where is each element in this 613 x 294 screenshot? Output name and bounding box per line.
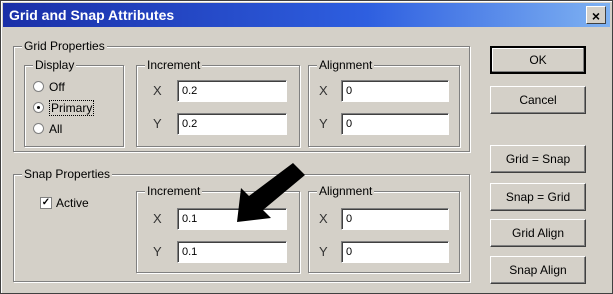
snap-increment-y-label: Y [153, 244, 162, 259]
radio-off-label: Off [49, 80, 65, 94]
close-button[interactable]: × [586, 6, 606, 24]
snap-alignment-y-label: Y [319, 244, 328, 259]
snap-increment-label: Increment [145, 184, 203, 198]
snap-increment-x-label: X [153, 211, 162, 226]
cancel-button[interactable]: Cancel [490, 86, 586, 114]
grid-increment-label: Increment [145, 58, 203, 72]
grid-alignment-group: Alignment X Y [308, 58, 460, 147]
snap-equals-grid-button[interactable]: Snap = Grid [490, 183, 586, 211]
dialog-window: Grid and Snap Attributes × Grid Properti… [0, 0, 613, 294]
snap-alignment-x-input[interactable] [341, 208, 449, 230]
grid-increment-x-input[interactable] [177, 80, 287, 102]
snap-increment-y-input[interactable] [177, 241, 287, 263]
snap-alignment-label: Alignment [317, 184, 375, 198]
radio-primary-button[interactable] [33, 102, 44, 113]
radio-primary-label: Primary [49, 100, 95, 116]
dialog-title: Grid and Snap Attributes [9, 7, 175, 23]
grid-alignment-y-input[interactable] [341, 113, 449, 135]
grid-align-button[interactable]: Grid Align [490, 219, 586, 247]
grid-alignment-label: Alignment [317, 58, 375, 72]
snap-properties-label: Snap Properties [22, 167, 113, 181]
grid-equals-snap-button[interactable]: Grid = Snap [490, 145, 586, 173]
grid-increment-group: Increment X Y [136, 58, 300, 147]
radio-off-button[interactable] [33, 81, 44, 92]
checkbox-check-icon[interactable]: ✓ [40, 197, 52, 209]
snap-alignment-group: Alignment X Y [308, 184, 460, 273]
grid-display-label: Display [33, 58, 77, 72]
close-icon: × [591, 8, 601, 24]
grid-alignment-y-label: Y [319, 116, 328, 131]
snap-alignment-x-label: X [319, 211, 328, 226]
grid-display-group: Display Off Primary All [24, 58, 124, 147]
title-bar[interactable]: Grid and Snap Attributes × [3, 3, 610, 27]
radio-all-button[interactable] [33, 123, 44, 134]
radio-all-label: All [49, 122, 63, 136]
grid-properties-group: Grid Properties Display Off Primary All … [13, 39, 470, 152]
snap-alignment-y-input[interactable] [341, 241, 449, 263]
snap-align-button[interactable]: Snap Align [490, 256, 586, 284]
grid-properties-label: Grid Properties [22, 39, 107, 53]
ok-button[interactable]: OK [490, 46, 586, 74]
grid-increment-y-label: Y [153, 116, 162, 131]
grid-increment-x-label: X [153, 83, 162, 98]
grid-alignment-x-input[interactable] [341, 80, 449, 102]
snap-active-label: Active [56, 196, 89, 210]
grid-increment-y-input[interactable] [177, 113, 287, 135]
grid-alignment-x-label: X [319, 83, 328, 98]
arrow-pointer-icon [237, 163, 305, 222]
